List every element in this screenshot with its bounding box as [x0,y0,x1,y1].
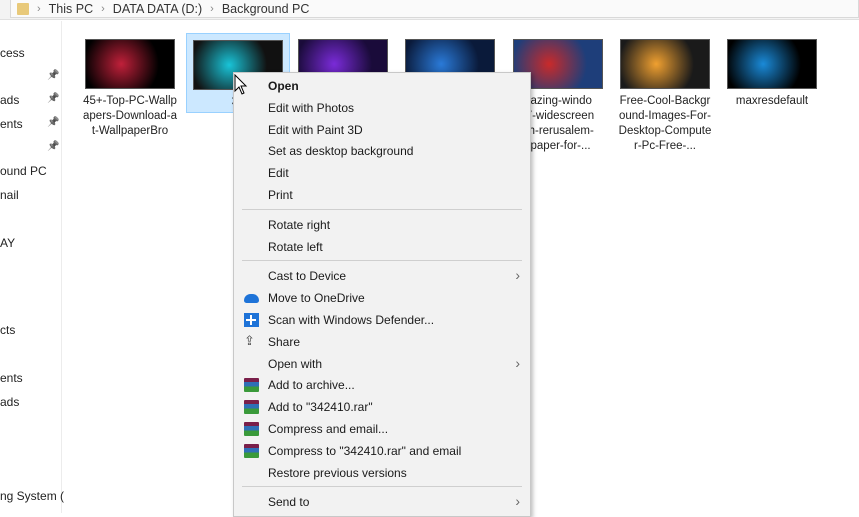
menu-item-compress-to-342410-rar-and-email[interactable]: Compress to "342410.rar" and email [234,440,530,462]
chevron-right-icon: › [515,354,520,371]
breadcrumb: › This PC › DATA DATA (D:) › Background PC [10,0,859,18]
nav-item[interactable]: cts [0,323,15,337]
nav-item[interactable]: AY [0,236,15,250]
defender-icon [244,313,259,327]
file-item[interactable]: 45+-Top-PC-Wallpapers-Download-at-Wallpa… [78,33,182,139]
menu-item-compress-and-email[interactable]: Compress and email... [234,418,530,440]
menu-item-label: Edit with Photos [268,100,355,115]
menu-item-label: Compress to "342410.rar" and email [268,443,462,458]
menu-item-label: Add to "342410.rar" [268,400,373,415]
menu-item-label: Open [268,79,299,93]
menu-item-label: Compress and email... [268,422,389,436]
chevron-right-icon: › [101,2,105,15]
share-icon: ⇪ [244,332,255,348]
thumbnail-image [727,39,817,89]
menu-item-label: Open with [268,356,323,371]
menu-item-label: Move to OneDrive [268,291,365,306]
winrar-icon [244,400,259,415]
menu-item-add-to-342410-rar[interactable]: Add to "342410.rar" [234,396,530,418]
file-name: 45+-Top-PC-Wallpapers-Download-at-Wallpa… [83,95,177,137]
winrar-icon [244,378,259,393]
pin-icon: 📌 [47,117,60,128]
nav-item[interactable]: ents [0,371,23,385]
address-bar[interactable]: › This PC › DATA DATA (D:) › Background PC [0,0,859,20]
menu-item-share[interactable]: Share ⇪ [234,331,530,353]
chevron-right-icon: › [210,2,214,15]
nav-item[interactable]: ads [0,395,19,409]
chevron-right-icon: › [37,2,41,15]
thumbnail-image [85,39,175,89]
context-menu: Open Edit with Photos Edit with Paint 3D Se… [233,72,531,517]
menu-separator [242,260,522,262]
menu-item-edit-with-photos[interactable]: Edit with Photos [234,97,530,119]
menu-item-add-to-archive[interactable]: Add to archive... [234,374,530,396]
file-name: Free-Cool-Background-Images-For-Desktop-… [618,95,712,152]
menu-item-label: Rotate left [268,239,323,254]
menu-item-label: Print [268,188,293,202]
menu-item-rotate-right[interactable]: Rotate right [234,214,530,236]
menu-item-print[interactable]: Print [234,184,530,206]
menu-item-open[interactable]: Open [234,75,530,97]
pin-icon: 📌 [47,141,60,152]
onedrive-icon [244,294,259,304]
menu-item-label: Rotate right [268,217,331,232]
nav-item[interactable]: nail [0,188,19,202]
menu-item-label: Share [268,334,301,349]
breadcrumb-item[interactable]: Background PC [222,2,310,16]
menu-item-set-as-desktop-background[interactable]: Set as desktop background [234,140,530,162]
nav-item[interactable]: ads [0,93,19,107]
thumbnail-image [620,39,710,89]
menu-item-edit[interactable]: Edit [234,162,530,184]
menu-item-label: Add to archive... [268,378,355,393]
menu-item-edit-with-paint-3d[interactable]: Edit with Paint 3D [234,119,530,141]
pin-icon: 📌 [47,70,60,81]
breadcrumb-item[interactable]: This PC [49,2,93,16]
file-item[interactable]: maxresdefault [720,33,824,109]
nav-item[interactable]: ng System ( [0,489,64,503]
menu-item-send-to[interactable]: Send to › [234,491,530,513]
menu-separator [242,486,522,488]
menu-item-label: Edit [268,166,289,181]
menu-item-open-with[interactable]: Open with › [234,353,530,375]
winrar-icon [244,443,259,458]
menu-item-restore-previous-versions[interactable]: Restore previous versions [234,462,530,484]
nav-item[interactable]: ents [0,117,23,131]
menu-item-scan-with-windows-defender[interactable]: Scan with Windows Defender... [234,309,530,331]
chevron-right-icon: › [515,267,520,284]
menu-item-label: Send to [268,495,310,510]
file-item[interactable]: Free-Cool-Background-Images-For-Desktop-… [613,33,717,154]
navigation-pane: cess 📌 ads 📌 ents 📌 📌 ound PC nail AY cts ents ads ng… [0,21,64,513]
mouse-cursor-icon [234,74,248,95]
menu-item-label: Scan with Windows Defender... [268,313,435,327]
folder-icon [17,2,29,15]
menu-separator [242,208,522,210]
pin-icon: 📌 [47,93,60,104]
nav-item[interactable]: cess [0,46,25,60]
menu-item-move-to-onedrive[interactable]: Move to OneDrive [234,287,530,309]
menu-item-cast-to-device[interactable]: Cast to Device › [234,265,530,287]
menu-item-label: Restore previous versions [268,465,407,480]
menu-item-label: Cast to Device [268,269,347,284]
menu-item-rotate-left[interactable]: Rotate left [234,236,530,258]
winrar-icon [244,422,259,436]
menu-item-label: Edit with Paint 3D [268,122,363,137]
breadcrumb-item[interactable]: DATA DATA (D:) [113,2,202,16]
chevron-right-icon: › [515,493,520,510]
menu-item-label: Set as desktop background [268,144,414,159]
file-name: maxresdefault [735,95,809,107]
nav-item[interactable]: ound PC [0,164,47,178]
